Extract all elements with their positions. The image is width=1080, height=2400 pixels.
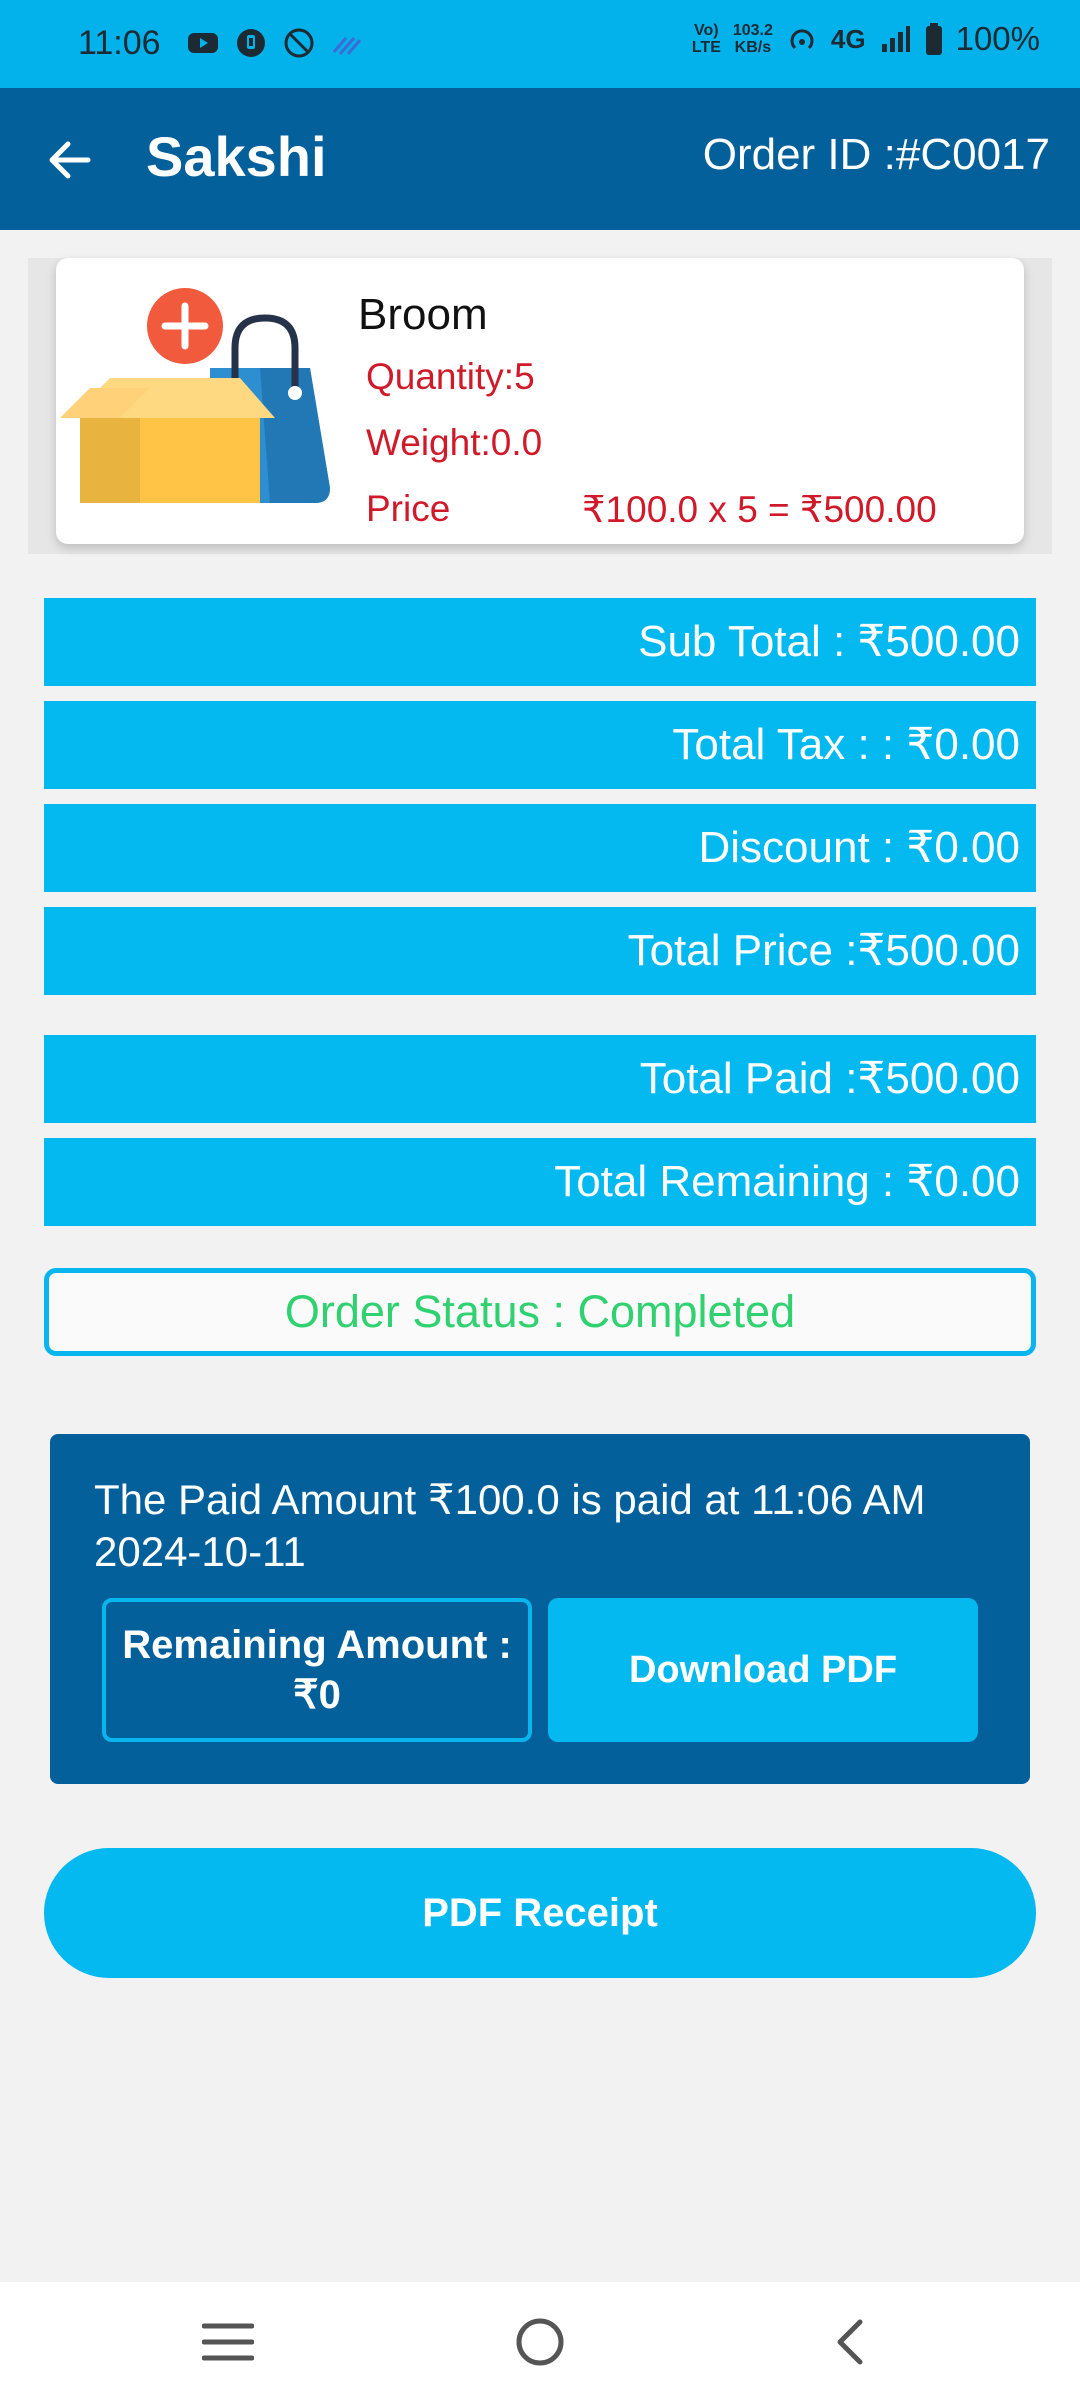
app-bar: Sakshi Order ID :#C0017: [0, 88, 1080, 230]
network-speed: 103.2 KB/s: [732, 22, 773, 56]
notification-icons: [186, 26, 364, 60]
sync-off-icon: [284, 28, 314, 58]
battery-percent: 100%: [955, 20, 1040, 57]
payment-message: The Paid Amount ₹100.0 is paid at 11:06 …: [94, 1476, 926, 1575]
status-bar: 11:06 Vo) LTE 103.2 KB/s 4G 100%: [0, 0, 1080, 88]
hotspot-icon: [790, 29, 814, 50]
nav-home-button[interactable]: [508, 2310, 572, 2374]
remaining-amount-box: Remaining Amount : ₹0: [102, 1598, 532, 1742]
battery-icon: [925, 23, 942, 55]
status-time: 11:06: [78, 24, 161, 62]
product-price-label: Price: [366, 488, 451, 529]
order-id: Order ID :#C0017: [702, 130, 1050, 179]
sub-total-row: Sub Total : ₹500.00: [44, 598, 1036, 686]
payment-panel: The Paid Amount ₹100.0 is paid at 11:06 …: [50, 1434, 1030, 1784]
nav-recents-button[interactable]: [196, 2310, 260, 2374]
home-circle-icon: [516, 2318, 564, 2366]
download-pdf-button[interactable]: Download PDF: [548, 1598, 978, 1742]
discount-row: Discount : ₹0.00: [44, 804, 1036, 892]
youtube-icon: [188, 33, 218, 53]
signal-wave-icon: [332, 37, 362, 55]
total-paid-row: Total Paid :₹500.00: [44, 1035, 1036, 1123]
total-price-row: Total Price :₹500.00: [44, 907, 1036, 995]
product-card[interactable]: Broom Quantity:5 Weight:0.0 Price ₹100.0…: [56, 258, 1024, 544]
back-button[interactable]: [38, 128, 102, 192]
add-box-bag-icon: [60, 288, 330, 503]
arrow-left-icon: [49, 141, 91, 179]
volte-label: Vo) LTE: [691, 22, 721, 56]
order-status: Order Status : Completed: [44, 1268, 1036, 1356]
app-notification-icon: [237, 29, 265, 57]
menu-icon: [202, 2323, 254, 2361]
nav-back-button[interactable]: [818, 2310, 882, 2374]
remaining-amount-label: Remaining Amount :: [122, 1623, 512, 1667]
page-title: Sakshi: [146, 125, 327, 188]
total-tax-row: Total Tax : : ₹0.00: [44, 701, 1036, 789]
signal-icon: [881, 26, 910, 52]
product-weight: Weight:0.0: [366, 422, 543, 463]
total-remaining-row: Total Remaining : ₹0.00: [44, 1138, 1036, 1226]
product-quantity: Quantity:5: [366, 356, 535, 397]
network-type: 4G: [830, 23, 866, 54]
pdf-receipt-button[interactable]: PDF Receipt: [44, 1848, 1036, 1978]
system-nav-bar: [0, 2282, 1080, 2400]
status-right: Vo) LTE 103.2 KB/s 4G 100%: [692, 20, 1040, 58]
product-name: Broom: [358, 290, 488, 339]
chevron-left-icon: [837, 2319, 863, 2365]
product-price-calc: ₹100.0 x 5 = ₹500.00: [582, 489, 937, 530]
remaining-amount-value: ₹0: [293, 1673, 341, 1717]
